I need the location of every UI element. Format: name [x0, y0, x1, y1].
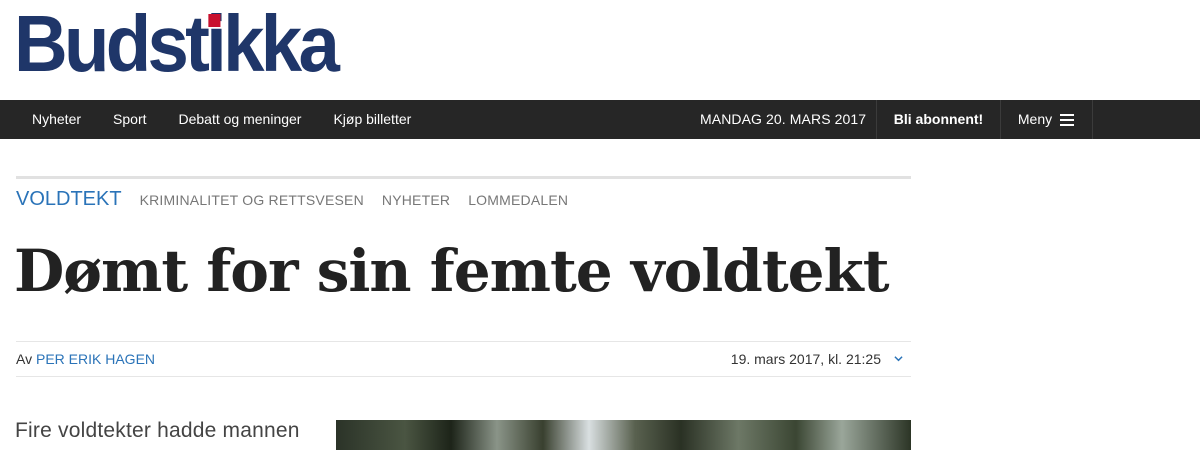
article-tags: VOLDTEKT KRIMINALITET OG RETTSVESEN NYHE…	[16, 188, 586, 211]
main-navigation: Nyheter Sport Debatt og meninger Kjøp bi…	[0, 100, 1200, 139]
publish-timestamp: 19. mars 2017, kl. 21:25	[730, 351, 881, 367]
hamburger-icon	[1060, 114, 1075, 126]
nav-item-nyheter[interactable]: Nyheter	[0, 100, 97, 139]
article-lead: Fire voldtekter hadde mannen	[15, 419, 300, 442]
nav-item-billetter[interactable]: Kjøp billetter	[317, 100, 427, 139]
current-date: MANDAG 20. MARS 2017	[700, 111, 867, 127]
byline-bar: Av PER ERIK HAGEN 19. mars 2017, kl. 21:…	[16, 341, 911, 377]
author-link[interactable]: PER ERIK HAGEN	[36, 351, 155, 367]
article-photo[interactable]	[336, 420, 911, 450]
nav-item-sport[interactable]: Sport	[97, 100, 162, 139]
subscribe-button[interactable]: Bli abonnent!	[876, 100, 1001, 139]
section-divider	[16, 176, 911, 179]
menu-label: Meny	[1017, 111, 1053, 127]
byline: Av PER ERIK HAGEN	[16, 351, 155, 367]
site-logo[interactable]: Budstikka	[14, 4, 340, 84]
byline-prefix: Av	[16, 351, 33, 367]
chevron-down-icon[interactable]	[894, 354, 903, 363]
logo-red-mark	[208, 14, 221, 27]
tag-kriminalitet[interactable]: KRIMINALITET OG RETTSVESEN	[140, 192, 364, 208]
nav-links: Nyheter Sport Debatt og meninger Kjøp bi…	[0, 100, 427, 139]
menu-button[interactable]: Meny	[1000, 100, 1093, 139]
article-headline: Dømt for sin femte voldtekt	[14, 237, 890, 305]
tag-voldtekt[interactable]: VOLDTEKT	[16, 188, 122, 211]
logo-text: Budstikka	[14, 0, 340, 88]
nav-item-debatt[interactable]: Debatt og meninger	[163, 100, 318, 139]
tag-nyheter[interactable]: NYHETER	[382, 192, 450, 208]
tag-lommedalen[interactable]: LOMMEDALEN	[468, 192, 568, 208]
